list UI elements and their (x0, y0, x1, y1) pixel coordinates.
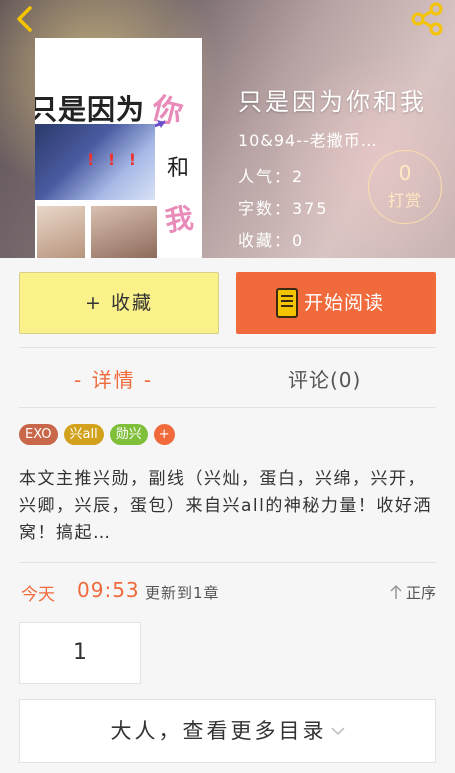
tip-count: 0 (398, 161, 412, 185)
arrow-up-icon (390, 585, 402, 599)
sort-order-label: 正序 (405, 584, 436, 602)
book-header: 只是因为 你 ! ! ! 和 我 只是因为你和我 10&94--老撒币… 人气：… (0, 0, 455, 258)
tag-xing-all[interactable]: 兴all (63, 424, 104, 445)
update-time: 09:53 (77, 578, 140, 602)
book-author[interactable]: 10&94--老撒币… (238, 127, 427, 151)
cover-marks-text: ! ! ! (87, 150, 141, 169)
cover-photo-right (91, 206, 157, 258)
cover-he-text: 和 (167, 156, 190, 181)
back-arrow-icon[interactable] (10, 4, 40, 34)
tip-label: 打赏 (387, 191, 422, 210)
book-icon (276, 288, 298, 318)
chapter-page-button[interactable]: 1 (19, 622, 141, 684)
divider (19, 407, 436, 408)
start-reading-label: 开始阅读 (304, 292, 385, 314)
tab-comments[interactable]: 评论(0) (288, 364, 361, 393)
book-description[interactable]: 本文主推兴勋，副线（兴灿，蛋白，兴绵，兴开，兴卿，兴辰，蛋包）来自兴all的神秘… (19, 466, 439, 547)
tab-detail[interactable]: - 详情 - (74, 364, 153, 393)
chevron-down-icon (330, 727, 345, 736)
tag-xun-xing[interactable]: 勋兴 (109, 424, 148, 445)
tag-exo[interactable]: EXO (19, 424, 58, 445)
more-catalog-label: 大人，查看更多目录 (110, 719, 327, 743)
start-reading-button[interactable]: 开始阅读 (236, 272, 436, 334)
book-title: 只是因为你和我 (238, 88, 427, 116)
sort-order-button[interactable]: 正序 (390, 582, 436, 603)
share-icon[interactable] (409, 2, 445, 36)
more-catalog-button[interactable]: 大人，查看更多目录 (19, 699, 436, 763)
update-day: 今天 (21, 585, 55, 605)
update-text: 更新到1章 (145, 584, 220, 602)
cover-photo-left (37, 206, 85, 258)
add-to-favorites-button[interactable]: + 收藏 (19, 272, 219, 334)
divider (19, 347, 436, 348)
tip-button[interactable]: 0 打赏 (368, 150, 442, 224)
divider (19, 562, 436, 563)
favorites-stat: 收藏：0 (238, 231, 305, 250)
book-cover: 只是因为 你 ! ! ! 和 我 (35, 38, 202, 258)
add-tag-button[interactable]: + (153, 424, 175, 445)
tag-list: EXO 兴all 勋兴 + (19, 424, 175, 445)
cover-wo-text: 我 (163, 201, 196, 238)
